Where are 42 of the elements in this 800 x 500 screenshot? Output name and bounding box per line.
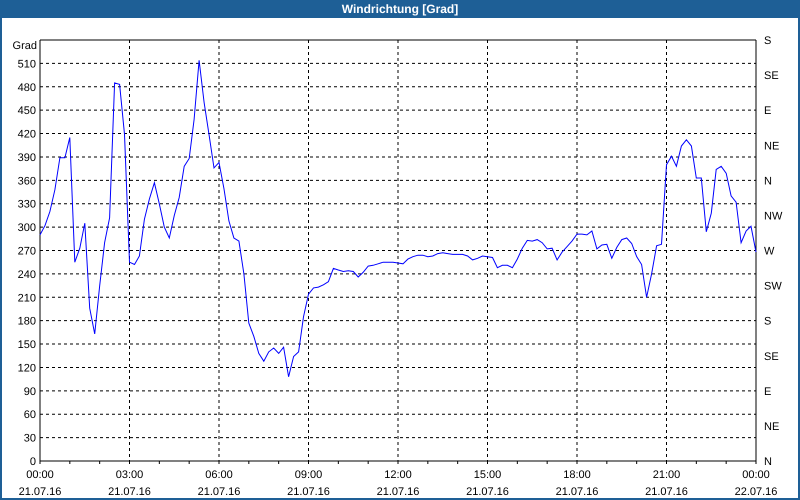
y-tick-label: 420 [18,128,36,141]
compass-tick-label: S [764,316,772,328]
compass-tick-label: W [764,246,774,258]
compass-tick-label: SE [764,350,779,363]
x-tick-label: 03:00 21.07.16 [108,469,151,498]
y-tick-label: 480 [18,82,36,94]
y-tick-label: 510 [18,58,36,70]
x-tick-label: 00:00 22.07.16 [734,469,778,498]
y-tick-label: 210 [18,292,36,304]
y-tick-label: 300 [18,222,36,234]
y-tick-label: 30 [24,432,36,445]
x-tick-label: 12:00 21.07.16 [376,469,420,498]
y-tick-label: 330 [18,198,36,211]
x-tick-label: 21:00 21.07.16 [645,469,688,498]
y-tick-label: 390 [18,152,36,164]
y-tick-label: 90 [24,386,36,398]
window-title: Windrichtung [Grad] [342,1,458,18]
y-tick-label: 60 [24,409,36,422]
compass-tick-label: NE [764,140,780,152]
compass-tick-label: SW [764,280,782,293]
y-axis-title: Grad [12,40,37,52]
y-tick-label: 270 [18,246,36,258]
y-tick-label: 360 [18,175,36,188]
compass-tick-label: E [764,105,772,118]
compass-tick-label: N [764,175,772,188]
compass-tick-label: NE [764,420,780,433]
compass-tick-label: NW [764,210,782,222]
y-tick-label: 120 [18,362,36,374]
compass-tick-label: N [764,456,772,468]
y-tick-label: 180 [18,316,36,328]
x-tick-label: 18:00 21.07.16 [556,469,598,498]
x-tick-label: 00:00 21.07.16 [18,469,62,498]
compass-tick-label: S [764,35,772,47]
compass-tick-label: SE [764,70,779,82]
x-tick-label: 09:00 21.07.16 [287,469,330,498]
y-tick-label: 150 [18,339,36,352]
y-tick-label: 0 [30,456,36,468]
x-tick-label: 15:00 21.07.16 [466,469,509,498]
compass-tick-label: E [764,386,772,398]
y-tick-label: 240 [18,268,36,281]
y-tick-label: 450 [18,105,36,118]
x-tick-label: 06:00 21.07.16 [198,469,240,498]
